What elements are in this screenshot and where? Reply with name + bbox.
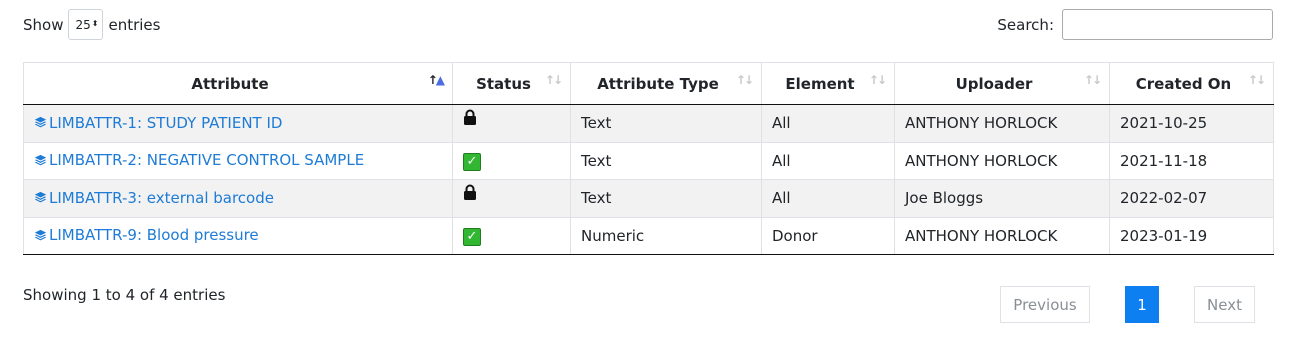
page-1-button[interactable]: 1 [1125,286,1159,323]
attribute-link[interactable]: LIMBATTR-9: Blood pressure [34,226,259,244]
attribute-link-text: LIMBATTR-3: external barcode [49,188,274,207]
sort-ascending-icon: ↑▲ [427,73,445,87]
column-header-element[interactable]: Element ↑↓ [761,62,895,105]
layers-icon [34,154,47,165]
column-header-label: Attribute Type [597,74,719,93]
status-cell [452,179,571,217]
table-row: LIMBATTR-1: STUDY PATIENT ID Text All AN… [23,104,1274,142]
table-header-row: Attribute ↑▲ Status ↑↓ Attribute Type ↑↓… [23,62,1274,105]
column-header-attribute-type[interactable]: Attribute Type ↑↓ [570,62,762,105]
status-cell: ✓ [452,216,571,255]
attribute-cell: LIMBATTR-2: NEGATIVE CONTROL SAMPLE [23,141,453,180]
column-header-label: Uploader [955,74,1033,93]
show-label: Show [23,15,64,34]
search-label: Search: [997,15,1054,34]
created-on-cell: 2023-01-19 [1109,216,1274,255]
attribute-link-text: LIMBATTR-1: STUDY PATIENT ID [49,113,283,132]
uploader-cell: Joe Bloggs [894,179,1110,217]
column-header-created-on[interactable]: Created On ↑↓ [1109,62,1274,105]
sort-arrows-icon: ↑↓ [544,73,563,87]
sort-arrows-icon: ↑↓ [1083,73,1102,87]
element-cell: All [761,179,895,217]
attribute-link[interactable]: LIMBATTR-3: external barcode [34,189,274,207]
column-header-status[interactable]: Status ↑↓ [452,62,571,105]
column-header-uploader[interactable]: Uploader ↑↓ [894,62,1110,105]
table-row: LIMBATTR-3: external barcode Text All Jo… [23,179,1274,217]
lock-icon [464,184,476,201]
search-control: Search: [997,9,1273,40]
attribute-link[interactable]: LIMBATTR-1: STUDY PATIENT ID [34,114,282,132]
attribute-cell: LIMBATTR-3: external barcode [23,179,453,217]
attribute-link-text: LIMBATTR-9: Blood pressure [49,226,259,244]
column-header-label: Created On [1135,74,1232,93]
lock-icon [464,109,476,126]
checkbox-checked-icon: ✓ [463,227,481,246]
uploader-cell: ANTHONY HORLOCK [894,141,1110,180]
column-header-label: Element [785,74,855,93]
entries-per-page-select[interactable]: 25 ⬍ [68,9,104,40]
entries-label: entries [108,15,161,34]
table-row: LIMBATTR-2: NEGATIVE CONTROL SAMPLE ✓ Te… [23,141,1274,180]
attribute-cell: LIMBATTR-9: Blood pressure [23,216,453,255]
uploader-cell: ANTHONY HORLOCK [894,104,1110,142]
created-on-cell: 2021-10-25 [1109,104,1274,142]
sort-arrows-icon: ↑↓ [868,73,887,87]
attribute-type-cell: Text [570,179,762,217]
element-cell: All [761,104,895,142]
column-header-label: Attribute [191,74,269,93]
datatable-wrapper: Show 25 ⬍ entries Search: Attribute ↑▲ S… [0,0,1310,350]
attribute-type-cell: Numeric [570,216,762,255]
element-cell: Donor [761,216,895,255]
length-control: Show 25 ⬍ entries [23,9,160,40]
entries-per-page-value: 25 [75,17,91,32]
sort-arrows-icon: ↑↓ [735,73,754,87]
updown-arrow-icon: ⬍ [91,18,99,28]
status-cell [452,104,571,142]
column-header-attribute[interactable]: Attribute ↑▲ [23,62,453,105]
created-on-cell: 2022-02-07 [1109,179,1274,217]
uploader-cell: ANTHONY HORLOCK [894,216,1110,255]
attribute-type-cell: Text [570,141,762,180]
column-header-label: Status [476,74,531,93]
attribute-link[interactable]: LIMBATTR-2: NEGATIVE CONTROL SAMPLE [34,151,364,169]
attributes-table: Attribute ↑▲ Status ↑↓ Attribute Type ↑↓… [23,62,1274,255]
layers-icon [34,116,47,128]
search-input[interactable] [1062,9,1273,40]
status-cell: ✓ [452,141,571,180]
layers-icon [34,229,47,240]
next-page-button[interactable]: Next [1194,286,1255,323]
layers-icon [34,191,47,203]
created-on-cell: 2021-11-18 [1109,141,1274,180]
previous-page-button[interactable]: Previous [1000,286,1090,323]
sort-arrows-icon: ↑↓ [1247,73,1266,87]
table-row: LIMBATTR-9: Blood pressure ✓ Numeric Don… [23,216,1274,255]
attribute-type-cell: Text [570,104,762,142]
element-cell: All [761,141,895,180]
attribute-cell: LIMBATTR-1: STUDY PATIENT ID [23,104,453,142]
checkbox-checked-icon: ✓ [463,152,481,171]
table-info: Showing 1 to 4 of 4 entries [23,286,226,304]
attribute-link-text: LIMBATTR-2: NEGATIVE CONTROL SAMPLE [49,151,365,169]
